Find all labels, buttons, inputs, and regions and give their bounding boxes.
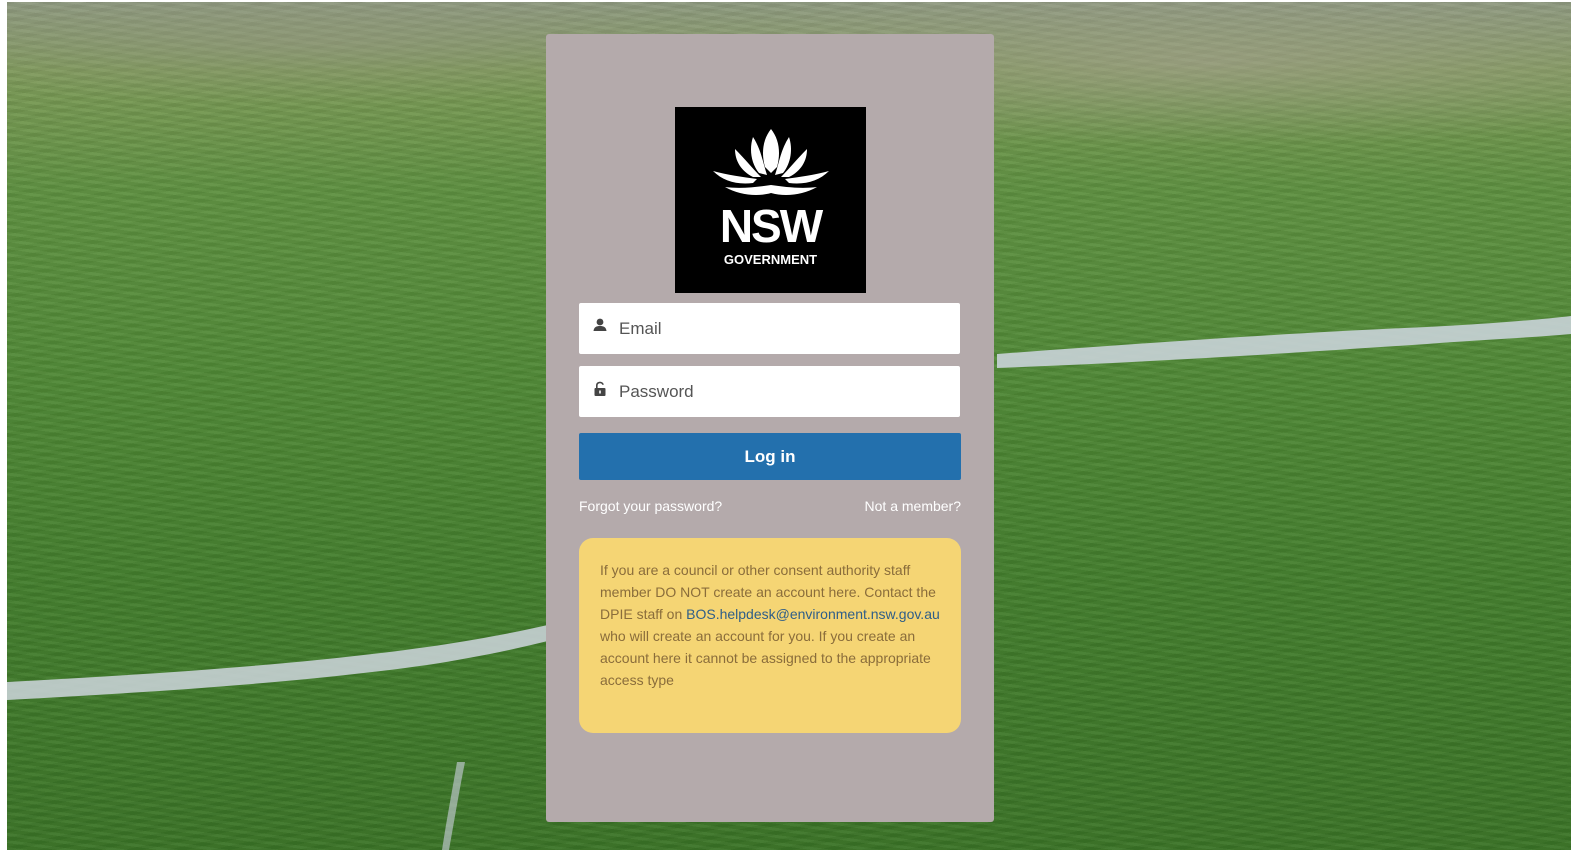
- logo-word: NSW: [719, 200, 823, 252]
- password-field[interactable]: [579, 366, 960, 417]
- nsw-government-logo: NSW GOVERNMENT: [675, 107, 866, 293]
- login-button[interactable]: Log in: [579, 433, 961, 480]
- waratah-icon: [713, 129, 829, 195]
- forgot-password-link[interactable]: Forgot your password?: [579, 498, 722, 514]
- not-a-member-link[interactable]: Not a member?: [865, 498, 961, 514]
- email-field[interactable]: [579, 303, 960, 354]
- login-card: NSW GOVERNMENT Log in Forgot your passwo…: [546, 34, 994, 822]
- notice-text-after: who will create an account for you. If y…: [600, 628, 931, 688]
- user-icon: [593, 318, 607, 331]
- email-input[interactable]: [619, 303, 949, 354]
- staff-notice: If you are a council or other consent au…: [579, 538, 961, 733]
- password-input[interactable]: [619, 366, 949, 417]
- helpdesk-email-link[interactable]: BOS.helpdesk@environment.nsw.gov.au: [686, 606, 940, 622]
- lock-icon: [594, 381, 606, 396]
- logo-subword: GOVERNMENT: [723, 252, 818, 267]
